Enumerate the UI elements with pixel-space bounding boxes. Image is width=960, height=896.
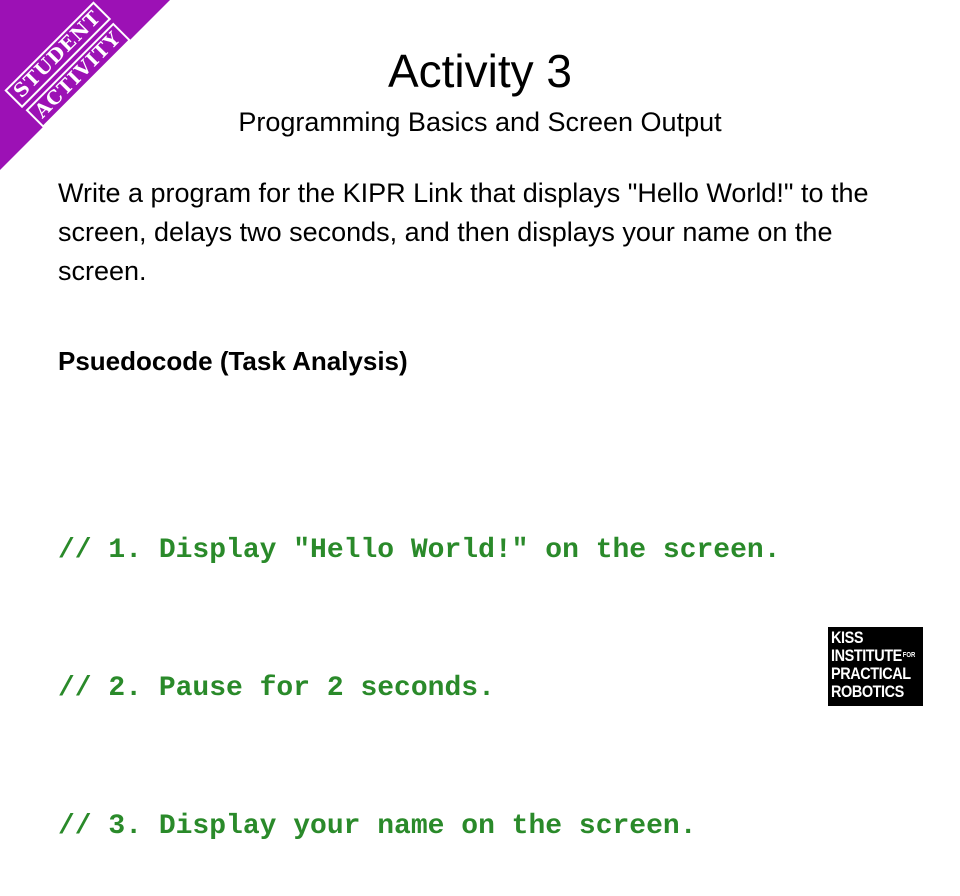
pseudocode-heading: Psuedocode (Task Analysis) xyxy=(58,346,408,376)
logo-line-robotics: ROBOTICS xyxy=(831,682,904,701)
pseudocode-line: // 2. Pause for 2 seconds. xyxy=(58,673,495,704)
pseudocode-list: // 1. Display "Hello World!" on the scre… xyxy=(58,436,781,896)
logo-institute-text: INSTITUTE xyxy=(831,646,902,665)
slide-subtitle: Programming Basics and Screen Output xyxy=(238,107,722,137)
logo-line-practical: PRACTICAL xyxy=(831,664,911,683)
pseudocode-line: // 3. Display your name on the screen. xyxy=(58,811,697,842)
pseudocode-line: // 1. Display "Hello World!" on the scre… xyxy=(58,535,781,566)
logo-for-text: FOR xyxy=(902,652,916,659)
logo-line-kiss: KISS xyxy=(831,628,864,647)
activity-description: Write a program for the KIPR Link that d… xyxy=(58,178,869,286)
kipr-logo: KISS INSTITUTEFOR PRACTICAL ROBOTICS xyxy=(828,627,923,706)
slide-title: Activity 3 xyxy=(387,45,573,97)
logo-line-institute: INSTITUTEFOR xyxy=(831,646,915,665)
